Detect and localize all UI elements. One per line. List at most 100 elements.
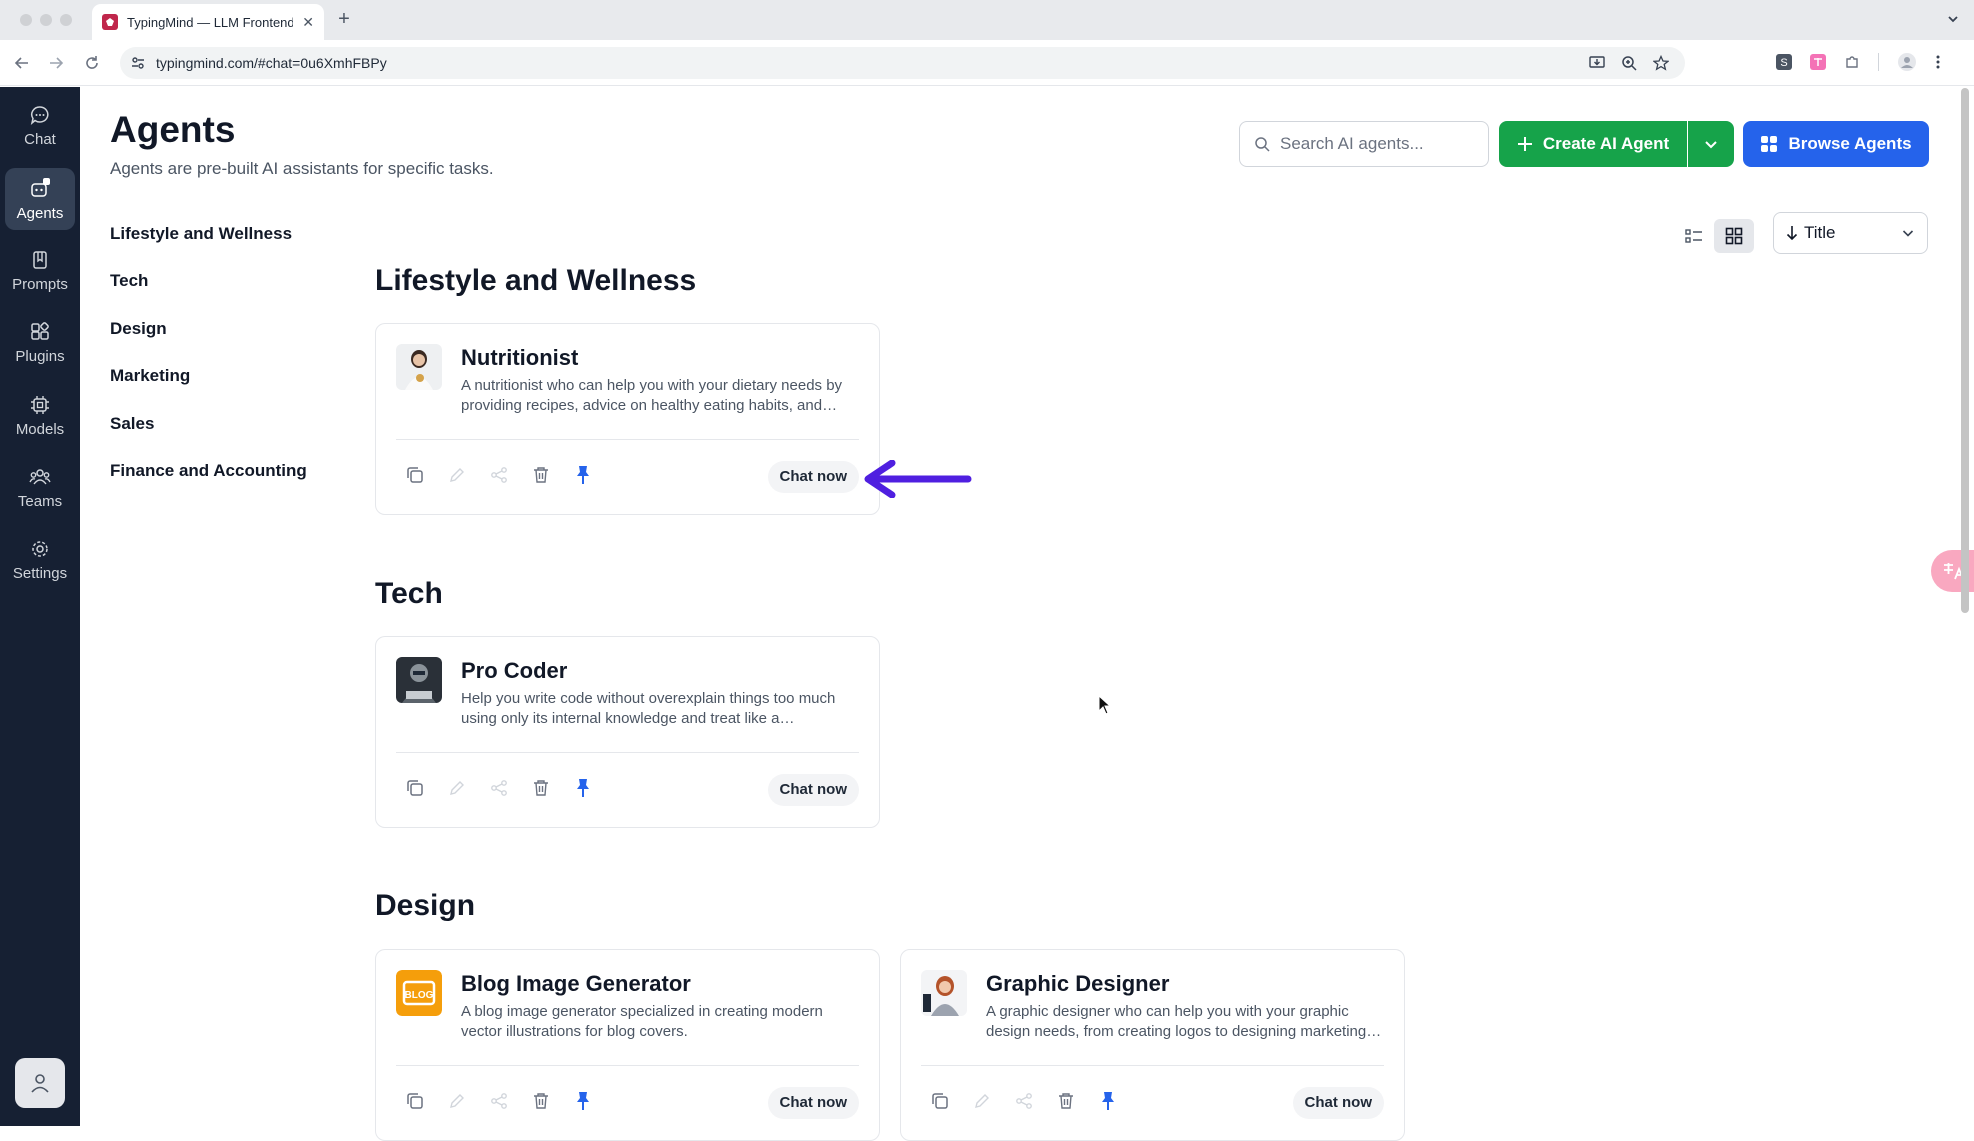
browser-menu-icon[interactable]	[1935, 54, 1941, 70]
page-scrollbar[interactable]	[1961, 88, 1969, 613]
chat-now-button[interactable]: Chat now	[767, 774, 859, 806]
share-icon[interactable]	[488, 464, 510, 486]
trash-icon[interactable]	[530, 1090, 552, 1112]
sidebar-item-label: Chat	[24, 130, 56, 148]
agent-card-pro-coder[interactable]: Pro Coder Help you write code without ov…	[375, 636, 880, 828]
sort-select[interactable]: Title	[1773, 212, 1928, 254]
trash-icon[interactable]	[1055, 1090, 1077, 1112]
category-link[interactable]: Lifestyle and Wellness	[110, 224, 307, 271]
agent-description: A graphic designer who can help you with…	[986, 1003, 1367, 1040]
agent-card-nutritionist[interactable]: Nutritionist A nutritionist who can help…	[375, 323, 880, 515]
typingmind-favicon-icon	[102, 14, 118, 30]
mouse-cursor-icon	[1098, 695, 1112, 715]
browser-tab[interactable]: TypingMind — LLM Frontend Chat UI ✕	[92, 4, 324, 40]
grid-apps-icon	[1760, 135, 1778, 153]
window-zoom-dot[interactable]	[60, 14, 72, 26]
agent-name: Pro Coder	[461, 658, 568, 683]
browser-tab-bar: TypingMind — LLM Frontend Chat UI ✕ +	[0, 0, 1974, 40]
new-tab-icon[interactable]: +	[334, 9, 354, 29]
page-subtitle: Agents are pre-built AI assistants for s…	[110, 159, 494, 178]
chat-now-button[interactable]: Chat now	[767, 461, 859, 493]
category-link[interactable]: Design	[110, 319, 307, 366]
category-link[interactable]: Sales	[110, 414, 307, 461]
tab-search-chevron-icon[interactable]	[1946, 12, 1960, 26]
share-icon[interactable]	[488, 1090, 510, 1112]
edit-pencil-icon[interactable]	[446, 1090, 468, 1112]
reload-icon[interactable]	[82, 53, 102, 73]
agent-description: Help you write code without overexplain …	[461, 690, 836, 727]
card-actions	[404, 464, 594, 486]
sidebar-item-settings[interactable]: Settings	[5, 529, 75, 591]
edit-pencil-icon[interactable]	[446, 464, 468, 486]
share-icon[interactable]	[488, 777, 510, 799]
pin-icon[interactable]	[1097, 1090, 1119, 1112]
share-icon[interactable]	[1013, 1090, 1035, 1112]
pin-icon[interactable]	[572, 1090, 594, 1112]
site-settings-icon[interactable]	[130, 55, 146, 71]
chat-now-button[interactable]: Chat now	[767, 1087, 859, 1119]
sidebar-item-label: Prompts	[12, 275, 68, 293]
agent-avatar: BLOG	[396, 970, 442, 1016]
card-divider	[921, 1065, 1384, 1066]
agent-card-blog-image-generator[interactable]: BLOG Blog Image Generator A blog image g…	[375, 949, 880, 1141]
category-nav: Lifestyle and Wellness Tech Design Marke…	[110, 224, 307, 508]
grid-view-icon	[1725, 227, 1743, 245]
agent-avatar	[396, 344, 442, 390]
edit-pencil-icon[interactable]	[446, 777, 468, 799]
install-app-icon[interactable]	[1589, 55, 1605, 71]
back-icon[interactable]	[12, 53, 32, 73]
create-agent-button[interactable]: Create AI Agent	[1499, 121, 1687, 167]
profile-avatar-icon[interactable]	[1897, 52, 1917, 72]
duplicate-icon[interactable]	[404, 777, 426, 799]
create-agent-label: Create AI Agent	[1542, 134, 1670, 153]
user-avatar-button[interactable]	[15, 1058, 65, 1108]
plugins-icon	[30, 321, 50, 342]
browse-agents-button[interactable]: Browse Agents	[1743, 121, 1929, 167]
window-close-dot[interactable]	[20, 14, 32, 26]
category-link[interactable]: Tech	[110, 271, 307, 318]
search-input[interactable]	[1280, 134, 1470, 154]
list-view-button[interactable]	[1676, 219, 1712, 253]
category-link[interactable]: Finance and Accounting	[110, 461, 307, 508]
duplicate-icon[interactable]	[404, 1090, 426, 1112]
zoom-icon[interactable]	[1621, 55, 1637, 71]
create-agent-dropdown-button[interactable]	[1688, 121, 1734, 167]
agent-avatar	[396, 657, 442, 703]
agent-name: Blog Image Generator	[461, 971, 691, 996]
agent-card-graphic-designer[interactable]: Graphic Designer A graphic designer who …	[900, 949, 1405, 1141]
bookmark-star-icon[interactable]	[1653, 55, 1669, 71]
browse-agents-label: Browse Agents	[1788, 134, 1912, 153]
sort-label: Title	[1804, 223, 1836, 242]
trash-icon[interactable]	[530, 464, 552, 486]
duplicate-icon[interactable]	[404, 464, 426, 486]
extensions-puzzle-icon[interactable]	[1844, 54, 1860, 70]
plus-icon	[1517, 136, 1533, 152]
pin-icon[interactable]	[572, 464, 594, 486]
trash-icon[interactable]	[530, 777, 552, 799]
agent-name: Graphic Designer	[986, 971, 1170, 996]
agent-search-box[interactable]	[1239, 121, 1489, 167]
sidebar-item-models[interactable]: Models	[5, 385, 75, 447]
edit-pencil-icon[interactable]	[971, 1090, 993, 1112]
section-title: Design	[375, 889, 476, 922]
tab-title: TypingMind — LLM Frontend Chat UI	[127, 14, 294, 30]
extension-s-icon[interactable]: S	[1776, 54, 1792, 70]
duplicate-icon[interactable]	[929, 1090, 951, 1112]
sort-arrow-down-icon	[1786, 225, 1798, 241]
grid-view-button[interactable]	[1714, 219, 1754, 253]
category-link[interactable]: Marketing	[110, 366, 307, 413]
sidebar-item-chat[interactable]: Chat	[5, 95, 75, 157]
sidebar-item-prompts[interactable]: Prompts	[5, 240, 75, 302]
sidebar-item-plugins[interactable]: Plugins	[5, 312, 75, 374]
card-actions	[404, 1090, 594, 1112]
extension-translate-icon[interactable]	[1810, 54, 1826, 70]
svg-text:BLOG: BLOG	[405, 990, 434, 1001]
pin-icon[interactable]	[572, 777, 594, 799]
sidebar-item-teams[interactable]: Teams	[5, 457, 75, 519]
tab-close-icon[interactable]: ✕	[302, 14, 314, 31]
url-field[interactable]: typingmind.com/#chat=0u6XmhFBPy	[120, 47, 1685, 79]
sidebar-item-agents[interactable]: Agents	[5, 168, 75, 230]
window-minimize-dot[interactable]	[40, 14, 52, 26]
forward-icon[interactable]	[46, 53, 66, 73]
chat-now-button[interactable]: Chat now	[1292, 1087, 1384, 1119]
